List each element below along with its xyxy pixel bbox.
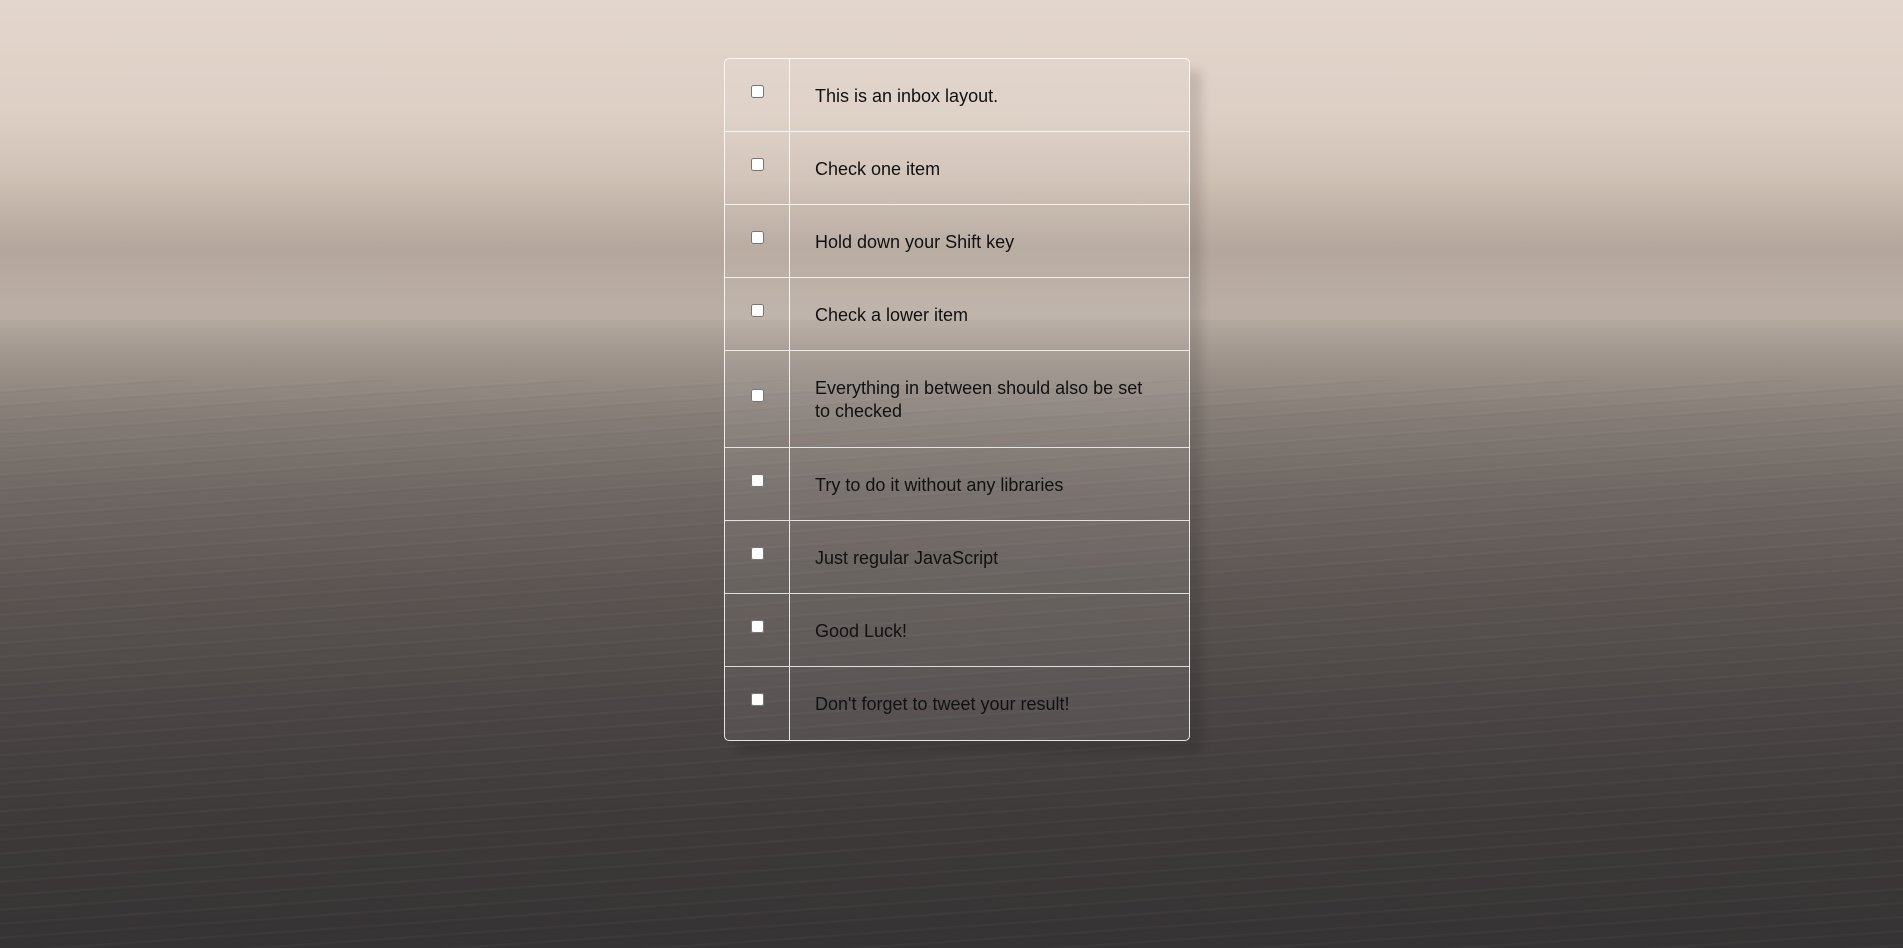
checkbox-cell [725,594,790,666]
item-checkbox[interactable] [750,84,764,98]
inbox-item[interactable]: Check one item [725,132,1189,205]
inbox-item[interactable]: This is an inbox layout. [725,59,1189,132]
item-checkbox[interactable] [750,546,764,560]
checkbox-cell [725,132,790,204]
inbox-item[interactable]: Don't forget to tweet your result! [725,667,1189,740]
inbox-item[interactable]: Check a lower item [725,278,1189,351]
item-label: Check a lower item [815,304,969,325]
inbox-item[interactable]: Just regular JavaScript [725,521,1189,594]
item-checkbox[interactable] [750,157,764,171]
checkbox-cell [725,667,790,740]
item-checkbox[interactable] [750,619,764,633]
checkbox-cell [725,205,790,277]
item-checkbox[interactable] [750,230,764,244]
inbox-item[interactable]: Everything in between should also be set… [725,351,1189,448]
item-checkbox[interactable] [750,473,764,487]
item-label: Check one item [815,158,941,179]
item-label: Good Luck! [815,620,908,641]
inbox-item[interactable]: Hold down your Shift key [725,205,1189,278]
inbox-item[interactable]: Try to do it without any libraries [725,448,1189,521]
checkbox-cell [725,521,790,593]
item-checkbox[interactable] [750,693,764,706]
item-label: This is an inbox layout. [815,85,999,106]
checkbox-cell [725,59,790,131]
item-checkbox[interactable] [750,388,764,402]
item-checkbox[interactable] [750,303,764,317]
checkbox-cell [725,278,790,350]
inbox-list: This is an inbox layout. Check one item … [724,58,1190,741]
item-label: Hold down your Shift key [815,231,1015,252]
item-label: Try to do it without any libraries [815,474,1064,495]
item-label: Just regular JavaScript [815,547,999,568]
item-label: Don't forget to tweet your result! [815,694,1070,714]
checkbox-cell [725,351,790,447]
item-label: Everything in between should also be set… [815,378,1143,421]
inbox-item[interactable]: Good Luck! [725,594,1189,667]
checkbox-cell [725,448,790,520]
